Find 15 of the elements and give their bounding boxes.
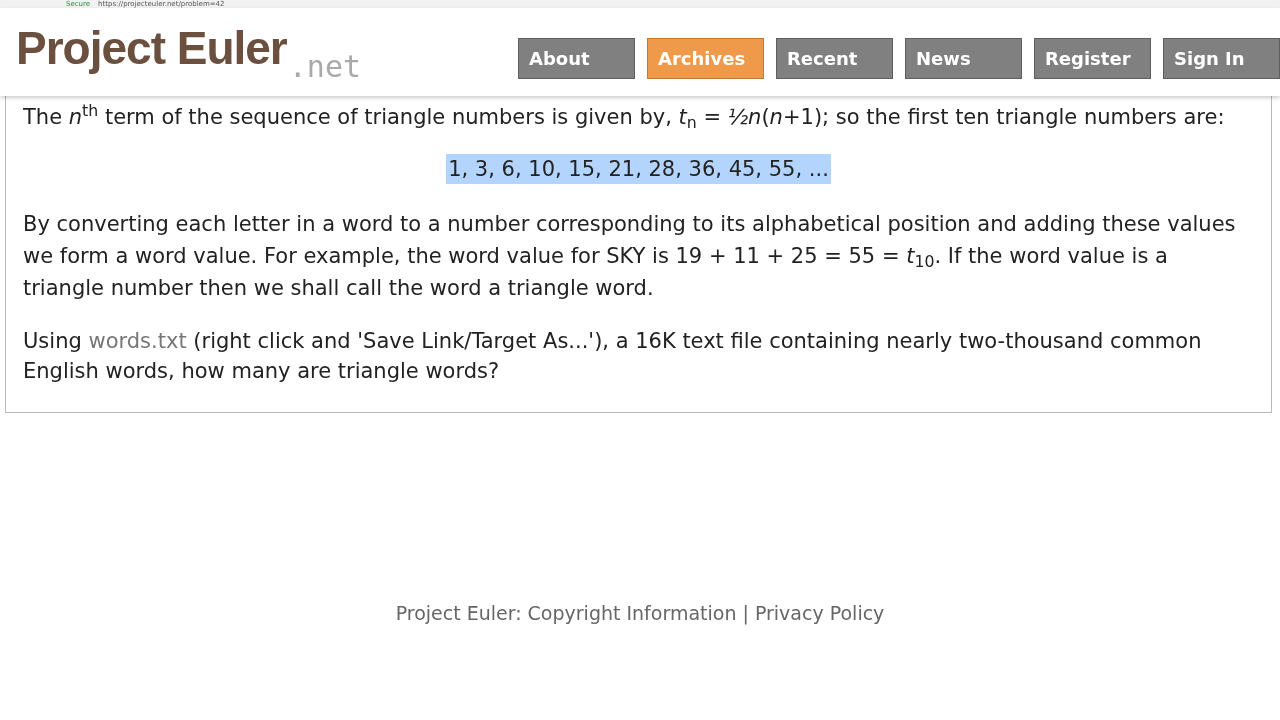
intro-text: The n$^{th}$ term of the sequence of triangle numbers is given by, t$_{n}$ = ½n(n+1); so the first ten triangle numbers are: [23, 100, 1226, 134]
nav-tab[interactable]: News [905, 38, 1022, 79]
footer-separator: | [742, 601, 749, 627]
nav-tab[interactable]: Sign In [1163, 38, 1280, 79]
nav-tab[interactable]: About [518, 38, 635, 79]
question-text: Using words.txt (right click and 'Save Link/Target As...'), a 16K text file containing nearly two-thousand common English words, how many are triangle words? [23, 328, 1203, 385]
sequence-text: 1, 3, 6, 10, 15, 21, 28, 36, 45, 55, ... [446, 154, 831, 184]
explanation-text: By converting each letter in a word to a number corresponding to its alphabetical position and adding these values we form a word value. For example, the word value for SKY is 19 + 11 + 25 = 55 = t$_{10}$. If the word value is a triangle number then we shall call the word a triangle word. [23, 211, 1237, 302]
words-file-link[interactable]: words.txt [88, 329, 187, 353]
footer-site-name: Project Euler: [395, 601, 522, 626]
nav-tab[interactable]: Archives [647, 38, 764, 79]
copyright-link[interactable]: Copyright Information [527, 599, 737, 628]
nav-tab[interactable]: Recent [776, 38, 893, 79]
nav-tab[interactable]: Register [1034, 38, 1151, 79]
privacy-link[interactable]: Privacy Policy [754, 599, 885, 628]
